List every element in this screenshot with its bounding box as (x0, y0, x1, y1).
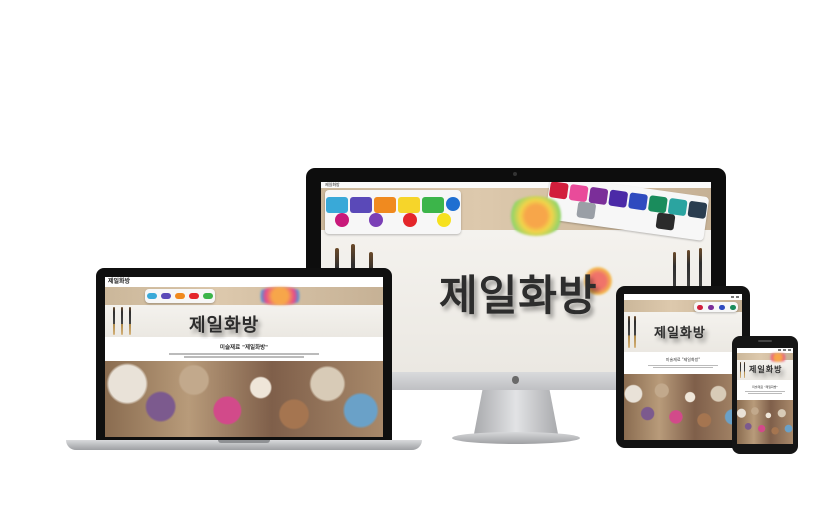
phone-speaker (758, 340, 772, 342)
tablet-logo: 제일화방 (654, 326, 706, 341)
laptop-nav-bar: 제일화방 (105, 277, 383, 287)
phone-brush (740, 362, 741, 378)
laptop-paint-splash (255, 287, 305, 305)
laptop-caption-line (184, 356, 304, 358)
menu-icon[interactable] (731, 296, 739, 298)
desktop-logo: 제일화방 (439, 271, 598, 320)
laptop-caption: 미술재료 "제일화방" (105, 339, 383, 361)
laptop-nav-logo[interactable]: 제일화방 (108, 278, 130, 286)
phone-clay-photo (737, 400, 793, 444)
laptop-device: 제일화방 제일화방 미술재료 "제일화방" (96, 268, 392, 440)
phone-caption-line (748, 393, 782, 394)
laptop-watercolor-palette (145, 289, 215, 303)
tablet-caption-line (653, 367, 713, 368)
tablet-caption-title: 미술재료 "제일화방" (665, 357, 701, 362)
tablet-watercolor-palette (694, 302, 738, 312)
laptop-clay-photo (105, 361, 383, 437)
laptop-caption-line (169, 353, 319, 355)
phone-brush (744, 362, 745, 378)
phone-device: 제일화방 미술재료 "제일화방" (732, 336, 798, 454)
desktop-watercolor-palette-left (325, 190, 461, 234)
phone-caption: 미술재료 "제일화방" (737, 380, 793, 400)
desktop-paint-splash (507, 196, 565, 236)
tablet-clay-photo (624, 374, 742, 440)
tablet-screen: 제일화방 미술재료 "제일화방" (624, 294, 742, 440)
phone-caption-line (745, 391, 785, 392)
laptop-brush (113, 307, 115, 335)
laptop-notch (218, 440, 270, 443)
tablet-caption: 미술재료 "제일화방" (624, 352, 742, 374)
laptop-base (66, 440, 422, 450)
phone-caption-title: 미술재료 "제일화방" (752, 385, 778, 389)
phone-paint-splash (767, 353, 789, 362)
menu-icon[interactable] (778, 349, 791, 351)
laptop-brush (129, 307, 131, 335)
laptop-screen: 제일화방 제일화방 미술재료 "제일화방" (105, 277, 383, 437)
tablet-caption-line (648, 365, 718, 366)
tablet-device: 제일화방 미술재료 "제일화방" (616, 286, 750, 448)
phone-logo: 제일화방 (749, 365, 783, 374)
apple-logo-icon (512, 376, 519, 384)
laptop-caption-title: 미술재료 "제일화방" (219, 345, 269, 351)
tablet-brush (634, 316, 636, 348)
laptop-brush (121, 307, 123, 335)
camera-icon (513, 172, 517, 176)
desktop-stand (474, 390, 558, 434)
laptop-logo: 제일화방 (189, 315, 260, 336)
desktop-base (452, 432, 580, 444)
tablet-brush (628, 316, 630, 348)
phone-screen: 제일화방 미술재료 "제일화방" (737, 348, 793, 444)
